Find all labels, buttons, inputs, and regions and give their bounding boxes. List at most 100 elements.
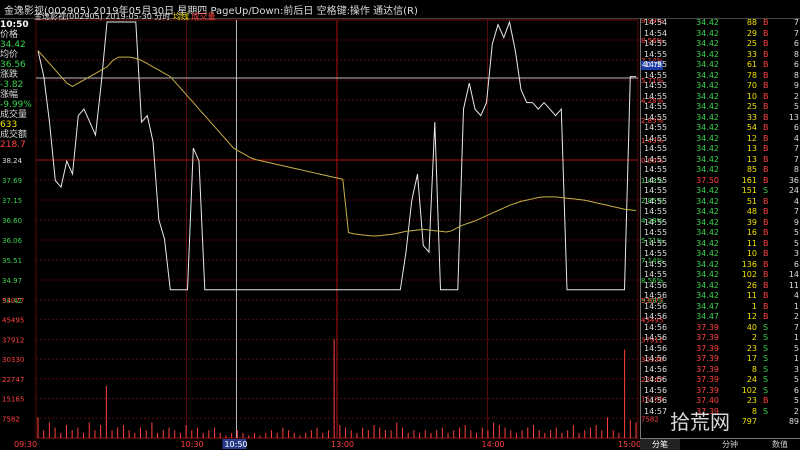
tick-row: 14:54 34.42 88 B 7 [641,18,800,28]
tick-time: 14:57 [644,406,668,416]
tick-row: 14:56 37.39 17 S 1 [641,354,800,364]
tick-row: 14:55 34.42 16 B 5 [641,228,800,238]
tick-time: 14:55 [644,165,668,174]
vol-tick-label-left: 7582 [2,415,20,423]
tick-volume: 85 [746,165,757,174]
tick-row: 14:56 37.40 23 B 5 [641,396,800,406]
tick-price: 34.42 [696,196,719,206]
tick-volume: 24 [746,375,757,384]
tick-time: 14:55 [644,70,668,80]
tick-row: 14:56 37.39 40 S 7 [641,323,800,333]
tick-price: 34.42 [696,207,719,216]
tick-row: 14:56 37.39 23 S 5 [641,344,800,354]
tick-time: 14:55 [644,259,668,269]
tick-time: 14:56 [644,364,668,374]
tick-price: 37.39 [696,364,719,374]
price-tick-label: 37.15 [2,197,22,205]
tick-count: 1 [793,333,799,342]
tick-row: 14:55 34.42 61 B 6 [641,60,800,70]
tick-volume: 88 [746,18,757,27]
bottom-tabs: 分笔 分钟 数值 [640,438,800,450]
tick-direction: B [763,39,769,48]
tick-direction: B [763,396,769,405]
tick-direction: B [763,91,769,101]
tick-price: 34.42 [696,144,719,153]
tick-row: 14:55 34.42 13 B 7 [641,144,800,154]
tick-volume: 25 [746,102,757,111]
tick-volume: 39 [746,217,757,227]
tab-fenzhong[interactable]: 分钟 [710,439,750,450]
tick-direction: B [763,123,769,132]
tick-volume: 136 [741,259,757,269]
tick-direction: S [763,322,769,332]
tick-row: 14:55 34.42 10 B 2 [641,92,800,102]
tick-price: 34.47 [696,301,719,311]
tick-time: 14:55 [644,49,668,59]
tick-price: 34.42 [696,291,719,300]
tick-volume: 51 [746,196,757,206]
tick-volume: 33 [746,112,757,122]
tick-price: 34.47 [696,312,719,321]
tick-time: 14:55 [644,112,668,122]
tick-price: 37.39 [696,385,719,395]
tick-count: 1 [793,354,799,363]
tick-volume: 10 [746,91,757,101]
tick-row: 14:56 34.42 11 B 4 [641,291,800,301]
tick-row: 14:55 34.42 48 B 7 [641,207,800,217]
price-tick-label: 36.06 [2,237,23,245]
tick-price: 34.42 [696,91,719,101]
tick-count: 24 [788,186,799,195]
tick-time: 14:55 [644,123,668,132]
tick-direction: B [763,165,769,174]
tick-volume: 33 [746,49,757,59]
tick-direction: S [763,343,769,353]
tick-count: 8 [793,70,799,80]
tick-count: 7 [793,18,799,27]
tick-time: 14:56 [644,375,668,384]
tick-volume: 29 [746,28,757,38]
tick-count: 5 [793,375,799,384]
tick-volume: 102 [741,385,757,395]
tick-time: 14:55 [644,270,668,279]
tab-shuzhi[interactable]: 数值 [760,439,800,450]
tick-price: 34.42 [696,238,719,248]
tick-direction: B [763,81,769,90]
info-price-label: 价格 [0,30,19,40]
chart-stock-label: 金逸影视(002905) [34,12,103,21]
tick-direction: S [763,333,769,342]
tab-fenbi[interactable]: 分笔 [640,439,680,450]
tick-direction: B [763,217,769,227]
tick-price: 34.42 [696,133,719,143]
tick-volume: 10 [746,249,757,258]
tick-direction: B [763,270,769,279]
tick-time: 14:56 [644,343,668,353]
tick-time: 14:55 [644,39,668,48]
tick-count: 7 [793,28,799,38]
tick-time: 14:55 [644,249,668,258]
tick-direction: B [763,280,769,290]
tick-volume: 1 [751,301,757,311]
tick-price: 34.42 [696,49,719,59]
tick-row: 14:54 34.42 29 B 7 [641,29,800,39]
x-axis-label: 13:00 [331,440,354,449]
tick-count: 6 [793,259,799,269]
tick-volume: 12 [746,133,757,143]
tick-time: 14:56 [644,333,668,342]
tick-list[interactable]: 14:54 34.42 88 B 7 14:54 34.42 29 B 7 14:55 34.42 25… [640,18,800,438]
tick-time: 14:55 [644,207,668,216]
info-panel: 10:50 价格 34.42 均价 36.56 涨跌 -3.82 涨幅 -9.9… [0,20,34,150]
price-tick-label: 34.97 [2,277,22,285]
tick-volume: 2 [751,333,757,342]
tick-price: 34.42 [696,102,719,111]
tick-count: 5 [793,343,799,353]
tick-direction: B [763,49,769,59]
tick-volume: 16 [746,228,757,237]
vol-tick-label-left: 22747 [2,376,24,384]
tick-direction: B [763,312,769,321]
tick-price: 37.39 [696,333,719,342]
tick-row: 14:55 37.50 161 B 36 [641,176,800,186]
tick-count: 7 [793,322,799,332]
tick-time: 14:56 [644,312,668,321]
tick-direction: B [763,249,769,258]
vol-tick-label-left: 30330 [2,356,24,364]
